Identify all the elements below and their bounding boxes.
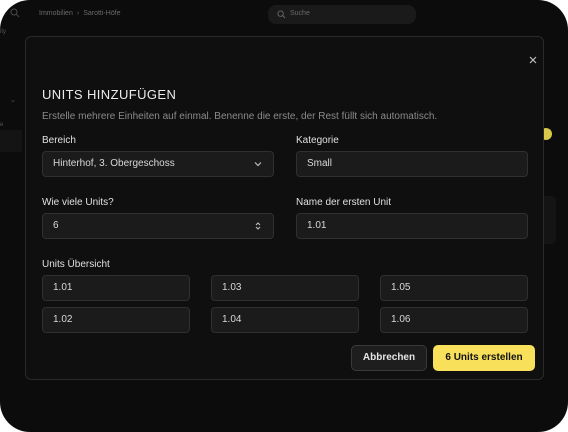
breadcrumb: Immobilien › Sarotti-Höfe bbox=[39, 10, 121, 17]
anzahl-stepper[interactable]: 6 bbox=[42, 213, 274, 239]
dialog-subtitle: Erstelle mehrere Einheiten auf einmal. B… bbox=[42, 111, 438, 122]
erste-unit-value: 1.01 bbox=[307, 220, 327, 231]
breadcrumb-separator: › bbox=[76, 10, 80, 17]
unit-name-value: 1.05 bbox=[391, 282, 411, 293]
unit-name-field[interactable]: 1.04 bbox=[211, 307, 359, 333]
breadcrumb-item[interactable]: Sarotti-Höfe bbox=[83, 10, 120, 17]
erste-unit-input[interactable]: 1.01 bbox=[296, 213, 528, 239]
unit-name-field[interactable]: 1.01 bbox=[42, 275, 190, 301]
chevron-up-down-icon[interactable] bbox=[253, 221, 263, 231]
create-units-button[interactable]: 6 Units erstellen bbox=[433, 345, 535, 371]
erste-unit-label: Name der ersten Unit bbox=[296, 197, 392, 208]
unit-name-field[interactable]: 1.02 bbox=[42, 307, 190, 333]
search-placeholder: Suche bbox=[290, 10, 310, 17]
unit-name-value: 1.06 bbox=[391, 314, 411, 325]
bereich-label: Bereich bbox=[42, 135, 76, 146]
units-overview-label: Units Übersicht bbox=[42, 259, 110, 270]
bereich-select[interactable]: Hinterhof, 3. Obergeschoss bbox=[42, 151, 274, 177]
global-search[interactable]: Suche bbox=[268, 5, 416, 24]
unit-name-value: 1.04 bbox=[222, 314, 242, 325]
kategorie-label: Kategorie bbox=[296, 135, 339, 146]
kategorie-value: Small bbox=[307, 158, 333, 169]
cancel-button[interactable]: Abbrechen bbox=[351, 345, 427, 371]
bereich-value: Hinterhof, 3. Obergeschoss bbox=[53, 158, 175, 169]
anzahl-value: 6 bbox=[53, 220, 59, 231]
anzahl-label: Wie viele Units? bbox=[42, 197, 114, 208]
search-icon bbox=[277, 10, 286, 19]
chevron-down-icon: ⌄ bbox=[10, 97, 16, 104]
close-icon[interactable] bbox=[527, 54, 539, 66]
search-icon bbox=[10, 8, 20, 18]
breadcrumb-item[interactable]: Immobilien bbox=[39, 10, 73, 17]
app-window: Immobilien›Sarotti-Höfe Suche ity ⌄ e › … bbox=[0, 0, 568, 432]
dialog-title: UNITS HINZUFÜGEN bbox=[42, 87, 177, 102]
chevron-down-icon bbox=[254, 162, 262, 167]
unit-name-field[interactable]: 1.06 bbox=[380, 307, 528, 333]
sidebar-fragment: ity bbox=[0, 29, 6, 35]
sidebar-item bbox=[0, 130, 22, 152]
unit-name-value: 1.02 bbox=[53, 314, 73, 325]
unit-name-field[interactable]: 1.05 bbox=[380, 275, 528, 301]
add-units-dialog: UNITS HINZUFÜGEN Erstelle mehrere Einhei… bbox=[25, 36, 544, 380]
kategorie-field[interactable]: Small bbox=[296, 151, 528, 177]
sidebar-fragment: e bbox=[0, 122, 4, 128]
unit-name-field[interactable]: 1.03 bbox=[211, 275, 359, 301]
unit-name-value: 1.03 bbox=[222, 282, 242, 293]
unit-name-value: 1.01 bbox=[53, 282, 73, 293]
